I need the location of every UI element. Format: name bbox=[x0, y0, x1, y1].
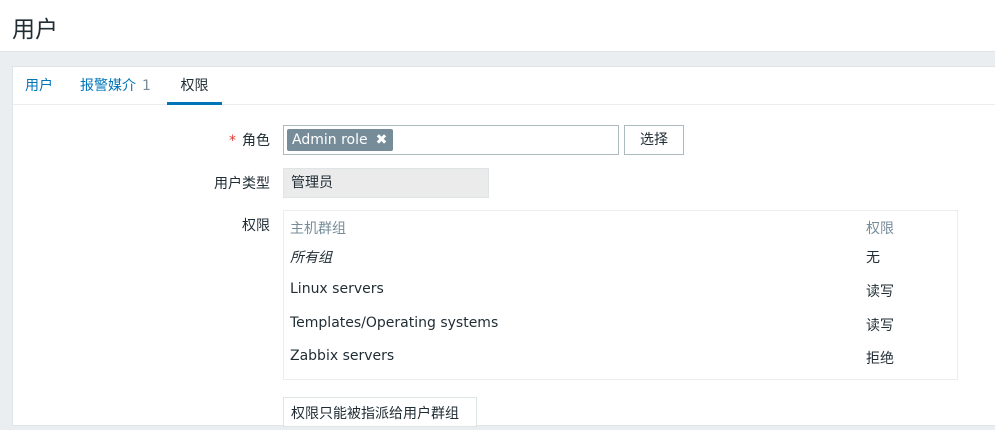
tab-bar: 用户 报警媒介 1 权限 bbox=[13, 67, 995, 105]
role-label-text: 角色 bbox=[242, 133, 270, 149]
role-label: * 角色 bbox=[120, 130, 270, 150]
user-type-field: 管理员 bbox=[283, 168, 489, 198]
row-group: Zabbix servers bbox=[290, 348, 395, 364]
user-type-label: 用户类型 bbox=[214, 176, 270, 192]
page-header: 用户 bbox=[0, 0, 995, 52]
row-permission: 读写 bbox=[866, 284, 894, 300]
tab-media-label: 报警媒介 bbox=[80, 78, 136, 94]
column-header-permission: 权限 bbox=[866, 221, 894, 237]
row-permission: 拒绝 bbox=[866, 351, 894, 367]
tab-permissions[interactable]: 权限 bbox=[167, 67, 222, 105]
column-header-host-group: 主机群组 bbox=[290, 221, 346, 237]
tab-media[interactable]: 报警媒介 1 bbox=[80, 67, 151, 105]
page-title: 用户 bbox=[12, 17, 58, 43]
role-chip-label: Admin role bbox=[292, 132, 368, 148]
user-form-panel: 用户 报警媒介 1 权限 * 角色 Admin role ✖ 选择 用户类型 管理员 … bbox=[12, 66, 995, 427]
row-group: Linux servers bbox=[290, 281, 384, 297]
remove-role-icon[interactable]: ✖ bbox=[376, 132, 388, 148]
tab-media-count: 1 bbox=[142, 78, 151, 94]
row-group: 所有组 bbox=[290, 250, 332, 266]
tab-permissions-label: 权限 bbox=[180, 78, 209, 94]
role-multiselect[interactable]: Admin role ✖ bbox=[283, 125, 619, 155]
row-permission: 无 bbox=[866, 250, 880, 266]
permissions-note: 权限只能被指派给用户群组 bbox=[283, 397, 477, 427]
row-group: Templates/Operating systems bbox=[290, 315, 499, 331]
role-chip: Admin role ✖ bbox=[287, 129, 394, 151]
required-mark: * bbox=[229, 133, 236, 149]
permissions-table: 主机群组 权限 所有组 无 Linux servers 读写 Templates… bbox=[283, 210, 958, 380]
select-role-button[interactable]: 选择 bbox=[624, 125, 684, 155]
row-permission: 读写 bbox=[866, 318, 894, 334]
permissions-label: 权限 bbox=[242, 218, 270, 234]
tab-user[interactable]: 用户 bbox=[25, 67, 53, 105]
tab-user-label: 用户 bbox=[25, 78, 53, 94]
